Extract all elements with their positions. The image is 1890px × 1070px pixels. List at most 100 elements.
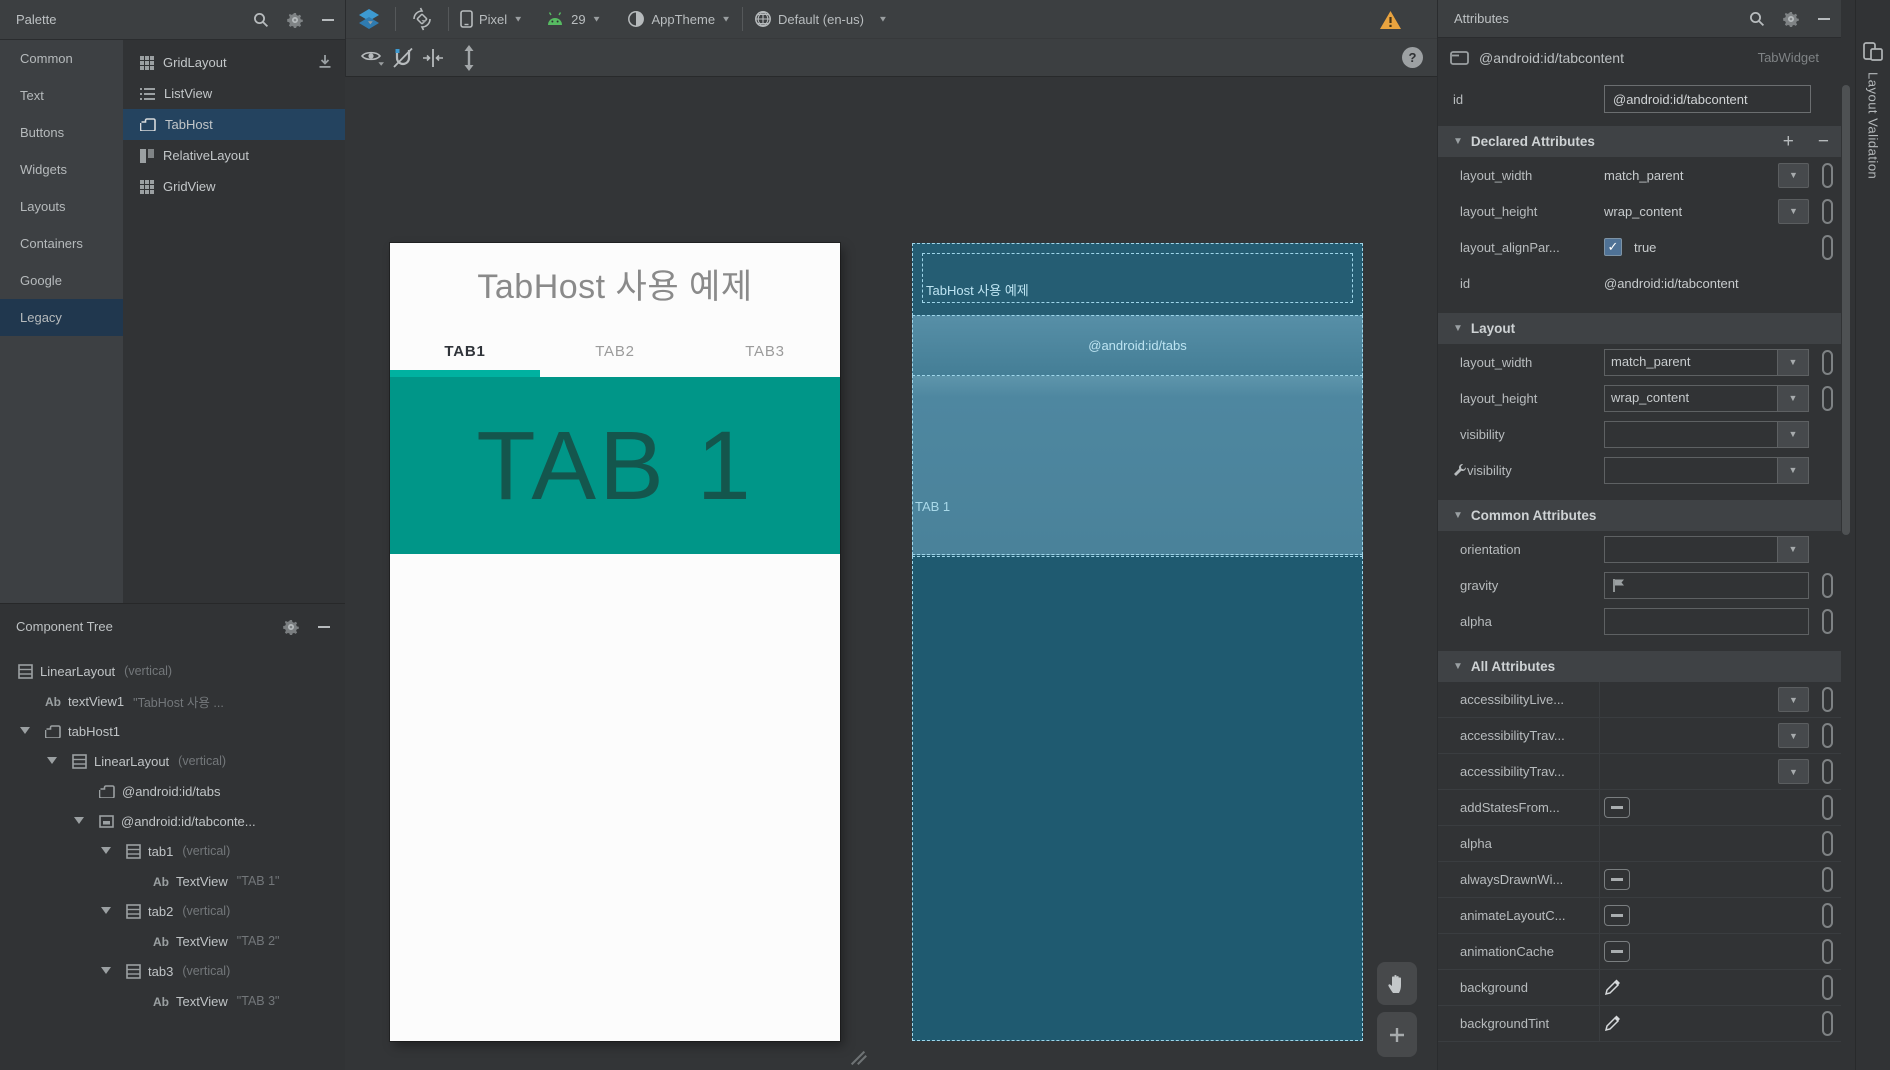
expand-arrow-icon[interactable] [47,756,57,766]
default-margins-icon[interactable] [418,44,448,72]
pan-vertical-icon[interactable] [454,44,484,72]
palette-item-relativelayout[interactable]: RelativeLayout [123,140,345,171]
boolean-toggle[interactable] [1604,797,1630,818]
connect-pill[interactable] [1822,386,1833,411]
collapse-arrow-icon[interactable]: ▼ [1453,661,1463,672]
connect-pill[interactable] [1822,1011,1833,1036]
dropdown-button[interactable]: ▼ [1778,759,1809,784]
connect-pill[interactable] [1822,163,1833,188]
combo-box[interactable]: ▼ [1604,457,1809,484]
help-icon[interactable]: ? [1402,47,1423,68]
dropdown-button[interactable]: ▼ [1778,163,1809,188]
tree-item-linearlayout[interactable]: LinearLayout(vertical) [0,656,345,686]
palette-item-gridview[interactable]: GridView [123,171,345,202]
expand-arrow-icon[interactable] [101,966,111,976]
palette-category-common[interactable]: Common [0,40,123,77]
palette-category-text[interactable]: Text [0,77,123,114]
collapse-arrow-icon[interactable]: ▼ [1453,323,1463,334]
connect-pill[interactable] [1822,235,1833,260]
view-options-icon[interactable] [358,44,388,72]
flag-input[interactable] [1604,572,1809,599]
connect-pill[interactable] [1822,609,1833,634]
add-attribute-button[interactable]: + [1783,132,1794,151]
connect-pill[interactable] [1822,903,1833,928]
blueprint-tabcontent-box[interactable] [912,556,1363,1041]
design-canvas[interactable]: TabHost 사용 예제 TAB1TAB2TAB3 TAB 1 TabHost… [345,77,1437,1070]
section-header-declared-attributes[interactable]: ▼Declared Attributes+− [1438,126,1841,157]
boolean-toggle[interactable] [1604,941,1630,962]
tree-item-tabhost1[interactable]: tabHost1 [0,716,345,746]
connect-pill[interactable] [1822,975,1833,1000]
tree-item-textview[interactable]: AbTextView"TAB 2" [0,926,345,956]
connect-pill[interactable] [1822,573,1833,598]
download-icon[interactable] [317,54,333,70]
resize-handle[interactable] [847,1045,869,1067]
resource-picker-icon[interactable] [1604,1015,1621,1032]
palette-item-listview[interactable]: ListView [123,78,345,109]
tree-item-textview[interactable]: AbTextView"TAB 1" [0,866,345,896]
locale-selector[interactable]: Default (en-us) ▼ [754,10,888,28]
expand-arrow-icon[interactable] [74,816,84,826]
dropdown-button[interactable]: ▼ [1778,687,1809,712]
palette-category-buttons[interactable]: Buttons [0,114,123,151]
search-icon[interactable] [253,12,269,28]
palette-category-widgets[interactable]: Widgets [0,151,123,188]
tree-item-textview[interactable]: AbTextView"TAB 3" [0,986,345,1016]
collapse-arrow-icon[interactable]: ▼ [1453,510,1463,521]
palette-item-tabhost[interactable]: TabHost [123,109,345,140]
layout-validation-label[interactable]: Layout Validation [1866,72,1881,179]
connect-pill[interactable] [1822,795,1833,820]
tree-item-textview1[interactable]: AbtextView1"TabHost 사용 ... [0,686,345,716]
combo-box[interactable]: ▼ [1604,536,1809,563]
scrollbar-thumb[interactable] [1842,85,1850,535]
dropdown-button[interactable]: ▼ [1778,199,1809,224]
expand-arrow-icon[interactable] [101,906,111,916]
zoom-in-button[interactable] [1377,1012,1417,1057]
tree-item-tab1[interactable]: tab1(vertical) [0,836,345,866]
layout-validation-icon[interactable] [1862,40,1884,62]
minimize-icon[interactable] [317,620,331,634]
tree-item-tab3[interactable]: tab3(vertical) [0,956,345,986]
api-selector[interactable]: 29 ▼ [545,11,601,27]
pan-tool-button[interactable] [1377,962,1417,1005]
text-input[interactable] [1604,608,1809,635]
section-header-common-attributes[interactable]: ▼Common Attributes [1438,500,1841,531]
theme-selector[interactable]: AppTheme ▼ [627,10,731,28]
flag-icon[interactable] [1605,573,1626,598]
autoconnect-off-icon[interactable] [388,44,418,72]
palette-category-containers[interactable]: Containers [0,225,123,262]
boolean-toggle[interactable] [1604,869,1630,890]
section-header-all-attributes[interactable]: ▼All Attributes [1438,651,1841,682]
blueprint-title-box[interactable]: TabHost 사용 예제 [922,253,1353,303]
connect-pill[interactable] [1822,759,1833,784]
connect-pill[interactable] [1822,199,1833,224]
combo-box[interactable]: ▼ [1604,421,1809,448]
connect-pill[interactable] [1822,939,1833,964]
palette-item-gridlayout[interactable]: GridLayout [123,47,345,78]
palette-category-layouts[interactable]: Layouts [0,188,123,225]
tree-item--android-id-tabs[interactable]: @android:id/tabs [0,776,345,806]
gear-icon[interactable] [287,12,303,28]
collapse-arrow-icon[interactable]: ▼ [1453,136,1463,147]
expand-arrow-icon[interactable] [20,726,30,736]
combo-box[interactable]: wrap_content▼ [1604,385,1809,412]
blueprint-tabs-box[interactable]: @android:id/tabs [912,315,1363,376]
design-surface-icon[interactable] [354,5,384,33]
device-selector[interactable]: Pixel ▼ [460,10,523,28]
blueprint-preview[interactable]: TabHost 사용 예제 @android:id/tabs TAB 1 [912,243,1363,1041]
minimize-icon[interactable] [321,13,335,27]
connect-pill[interactable] [1822,350,1833,375]
palette-category-google[interactable]: Google [0,262,123,299]
palette-category-legacy[interactable]: Legacy [0,299,123,336]
id-input[interactable] [1604,85,1811,113]
tree-item-linearlayout[interactable]: LinearLayout(vertical) [0,746,345,776]
section-header-layout[interactable]: ▼Layout [1438,313,1841,344]
tree-item--android-id-tabconte-[interactable]: @android:id/tabconte... [0,806,345,836]
resource-picker-icon[interactable] [1604,979,1621,996]
orientation-icon[interactable] [407,5,437,33]
tree-item-tab2[interactable]: tab2(vertical) [0,896,345,926]
search-icon[interactable] [1749,11,1765,27]
design-preview[interactable]: TabHost 사용 예제 TAB1TAB2TAB3 TAB 1 [390,243,840,1041]
connect-pill[interactable] [1822,723,1833,748]
preview-tab-tab3[interactable]: TAB3 [690,325,840,377]
